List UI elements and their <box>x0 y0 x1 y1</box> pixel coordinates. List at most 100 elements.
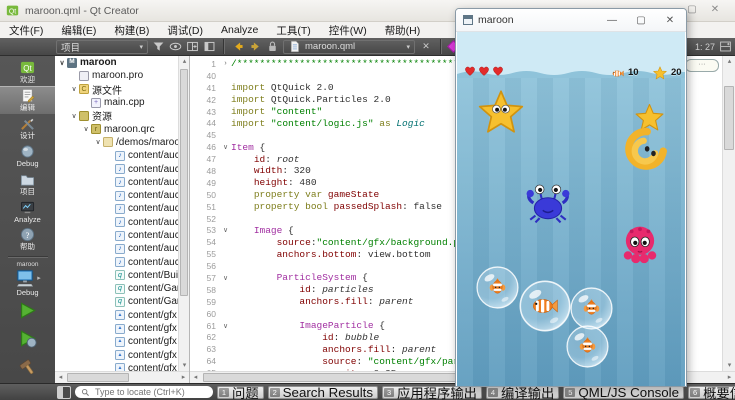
tree-row-maroon.pro[interactable]: maroon.pro <box>55 69 189 82</box>
tree-row-content/auc[interactable]: ♪content/auc <box>55 242 189 255</box>
tree-row-源文件[interactable]: ∨C源文件 <box>55 83 189 96</box>
mode-edit[interactable]: 编辑 <box>0 86 55 114</box>
tree-horizontal-scrollbar[interactable]: ◂ ▸ <box>55 371 189 383</box>
tree-row-content/Gar[interactable]: qcontent/Gar <box>55 282 189 295</box>
scrollbar-thumb[interactable] <box>67 373 129 382</box>
menu-item-Analyze[interactable]: Analyze <box>212 22 267 38</box>
tree-row-main.cpp[interactable]: +main.cpp <box>55 96 189 109</box>
tree-row-content/auc[interactable]: ♪content/auc <box>55 229 189 242</box>
creature-starfish[interactable] <box>478 89 524 135</box>
tree-row-content/gfx[interactable]: ▲content/gfx <box>55 309 189 322</box>
output-pane-3[interactable]: 3应用程序输出 <box>382 386 482 399</box>
line-number: 51 <box>190 202 220 212</box>
output-pane-1[interactable]: 1问题 <box>217 386 264 399</box>
tree-row-content/auc[interactable]: ♪content/auc <box>55 255 189 268</box>
scroll-left-icon[interactable]: ◂ <box>190 372 201 383</box>
scroll-right-icon[interactable]: ▸ <box>178 372 189 383</box>
kit-selector[interactable]: ▸ <box>14 268 41 288</box>
menu-item-帮助(H)[interactable]: 帮助(H) <box>376 22 430 38</box>
profile-icon <box>79 71 89 81</box>
tree-item-label: content/auc <box>128 217 180 228</box>
folderres-icon <box>79 111 89 121</box>
scroll-left-icon[interactable]: ◂ <box>55 372 66 383</box>
menu-item-编辑(E)[interactable]: 编辑(E) <box>52 22 105 38</box>
tree-row-content/auc[interactable]: ♪content/auc <box>55 176 189 189</box>
split-pane-icon[interactable] <box>186 40 199 53</box>
tree-row-maroon[interactable]: ∨Mmaroon <box>55 56 189 69</box>
scrollbar-thumb[interactable] <box>180 69 188 296</box>
creature-swirl[interactable] <box>623 127 669 173</box>
game-close-button[interactable]: ✕ <box>658 15 682 26</box>
filter-icon[interactable] <box>152 40 165 53</box>
editor-vertical-scrollbar[interactable]: ▴ ▾ <box>722 56 735 371</box>
mode-help[interactable]: 帮助 <box>0 225 55 253</box>
close-pane-icon[interactable] <box>203 40 216 53</box>
scroll-up-icon[interactable]: ▴ <box>723 56 735 67</box>
menu-item-构建(B)[interactable]: 构建(B) <box>105 22 158 38</box>
game-scene[interactable]: 10 20 <box>457 32 685 386</box>
close-button[interactable]: ✕ <box>707 4 723 15</box>
tree-row-content/Bui[interactable]: qcontent/Bui <box>55 269 189 282</box>
menu-item-工具(T)[interactable]: 工具(T) <box>267 22 319 38</box>
debug-run-button[interactable] <box>18 329 37 353</box>
output-pane-6[interactable]: 6概要信息 <box>688 386 735 399</box>
line-number: 54 <box>190 237 220 247</box>
tree-row-资源[interactable]: ∨资源 <box>55 109 189 122</box>
game-window-titlebar[interactable]: maroon — ▢ ✕ <box>456 9 686 32</box>
navigation-pane-selector[interactable]: 项目 ▾ <box>56 40 148 54</box>
scroll-down-icon[interactable]: ▾ <box>179 360 190 371</box>
build-button[interactable] <box>18 357 37 381</box>
audio-icon: ♪ <box>115 151 125 161</box>
toggle-left-sidebar-icon[interactable] <box>57 386 71 399</box>
locator[interactable] <box>75 386 213 398</box>
split-editor-icon[interactable] <box>719 40 732 53</box>
output-pane-2[interactable]: 2Search Results <box>268 386 378 399</box>
tree-row-content/auc[interactable]: ♪content/auc <box>55 149 189 162</box>
menu-item-调试(D)[interactable]: 调试(D) <box>158 22 212 38</box>
line-number: 53 <box>190 225 220 235</box>
pane-label: Search Results <box>283 385 373 400</box>
scroll-up-icon[interactable]: ▴ <box>179 56 190 67</box>
target-project-label: maroon <box>16 261 38 268</box>
tree-row-content/gfx[interactable]: ▲content/gfx <box>55 349 189 362</box>
creature-bubble-fish[interactable] <box>566 325 609 368</box>
output-pane-5[interactable]: 5QML/JS Console <box>563 386 684 399</box>
menu-item-控件(W)[interactable]: 控件(W) <box>320 22 376 38</box>
scroll-right-icon[interactable]: ▸ <box>724 372 735 383</box>
mode-debug[interactable]: Debug <box>0 142 55 170</box>
locator-input[interactable] <box>93 386 207 398</box>
game-minimize-button[interactable]: — <box>600 15 624 26</box>
creature-crab[interactable] <box>525 182 571 224</box>
creature-octopus[interactable] <box>619 224 661 268</box>
tree-row-content/gfx[interactable]: ▲content/gfx <box>55 335 189 348</box>
creature-bubble-bigfish[interactable] <box>519 280 571 332</box>
mode-analyze[interactable]: Analyze <box>0 197 55 225</box>
mode-qt[interactable]: 欢迎 <box>0 58 55 86</box>
sync-with-editor-icon[interactable] <box>169 40 182 53</box>
run-button[interactable] <box>18 301 37 325</box>
scrollbar-thumb[interactable] <box>724 86 734 150</box>
tree-row-content/gfx[interactable]: ▲content/gfx <box>55 322 189 335</box>
go-forward-icon[interactable] <box>249 40 262 53</box>
tree-row-content/auc[interactable]: ♪content/auc <box>55 216 189 229</box>
tree-row-content/auc[interactable]: ♪content/auc <box>55 189 189 202</box>
scroll-down-icon[interactable]: ▾ <box>723 360 735 371</box>
menu-item-文件(F)[interactable]: 文件(F) <box>0 22 52 38</box>
creature-bubble-fish[interactable] <box>476 266 519 309</box>
mode-design[interactable]: 设计 <box>0 114 55 142</box>
tree-item-label: main.cpp <box>104 97 145 108</box>
tree-row-content/Gar[interactable]: qcontent/Gar <box>55 295 189 308</box>
game-maximize-button[interactable]: ▢ <box>629 15 653 26</box>
tree-row-content/auc[interactable]: ♪content/auc <box>55 162 189 175</box>
mode-proj[interactable]: 项目 <box>0 170 55 198</box>
tree-row-maroon.qrc[interactable]: ∨rmaroon.qrc <box>55 122 189 135</box>
tree-row-content/auc[interactable]: ♪content/auc <box>55 202 189 215</box>
tree-vertical-scrollbar[interactable]: ▴ ▾ <box>178 56 189 371</box>
open-document-selector[interactable]: maroon.qml ▾ <box>283 40 415 54</box>
go-back-icon[interactable] <box>232 40 245 53</box>
close-document-icon[interactable]: ✕ <box>419 41 433 52</box>
output-pane-4[interactable]: 4编译输出 <box>486 386 559 399</box>
creature-bubble-fish[interactable] <box>570 287 613 330</box>
tree-row-/demos/maroo[interactable]: ∨/demos/maroo <box>55 136 189 149</box>
fish-score: 10 <box>628 67 639 78</box>
